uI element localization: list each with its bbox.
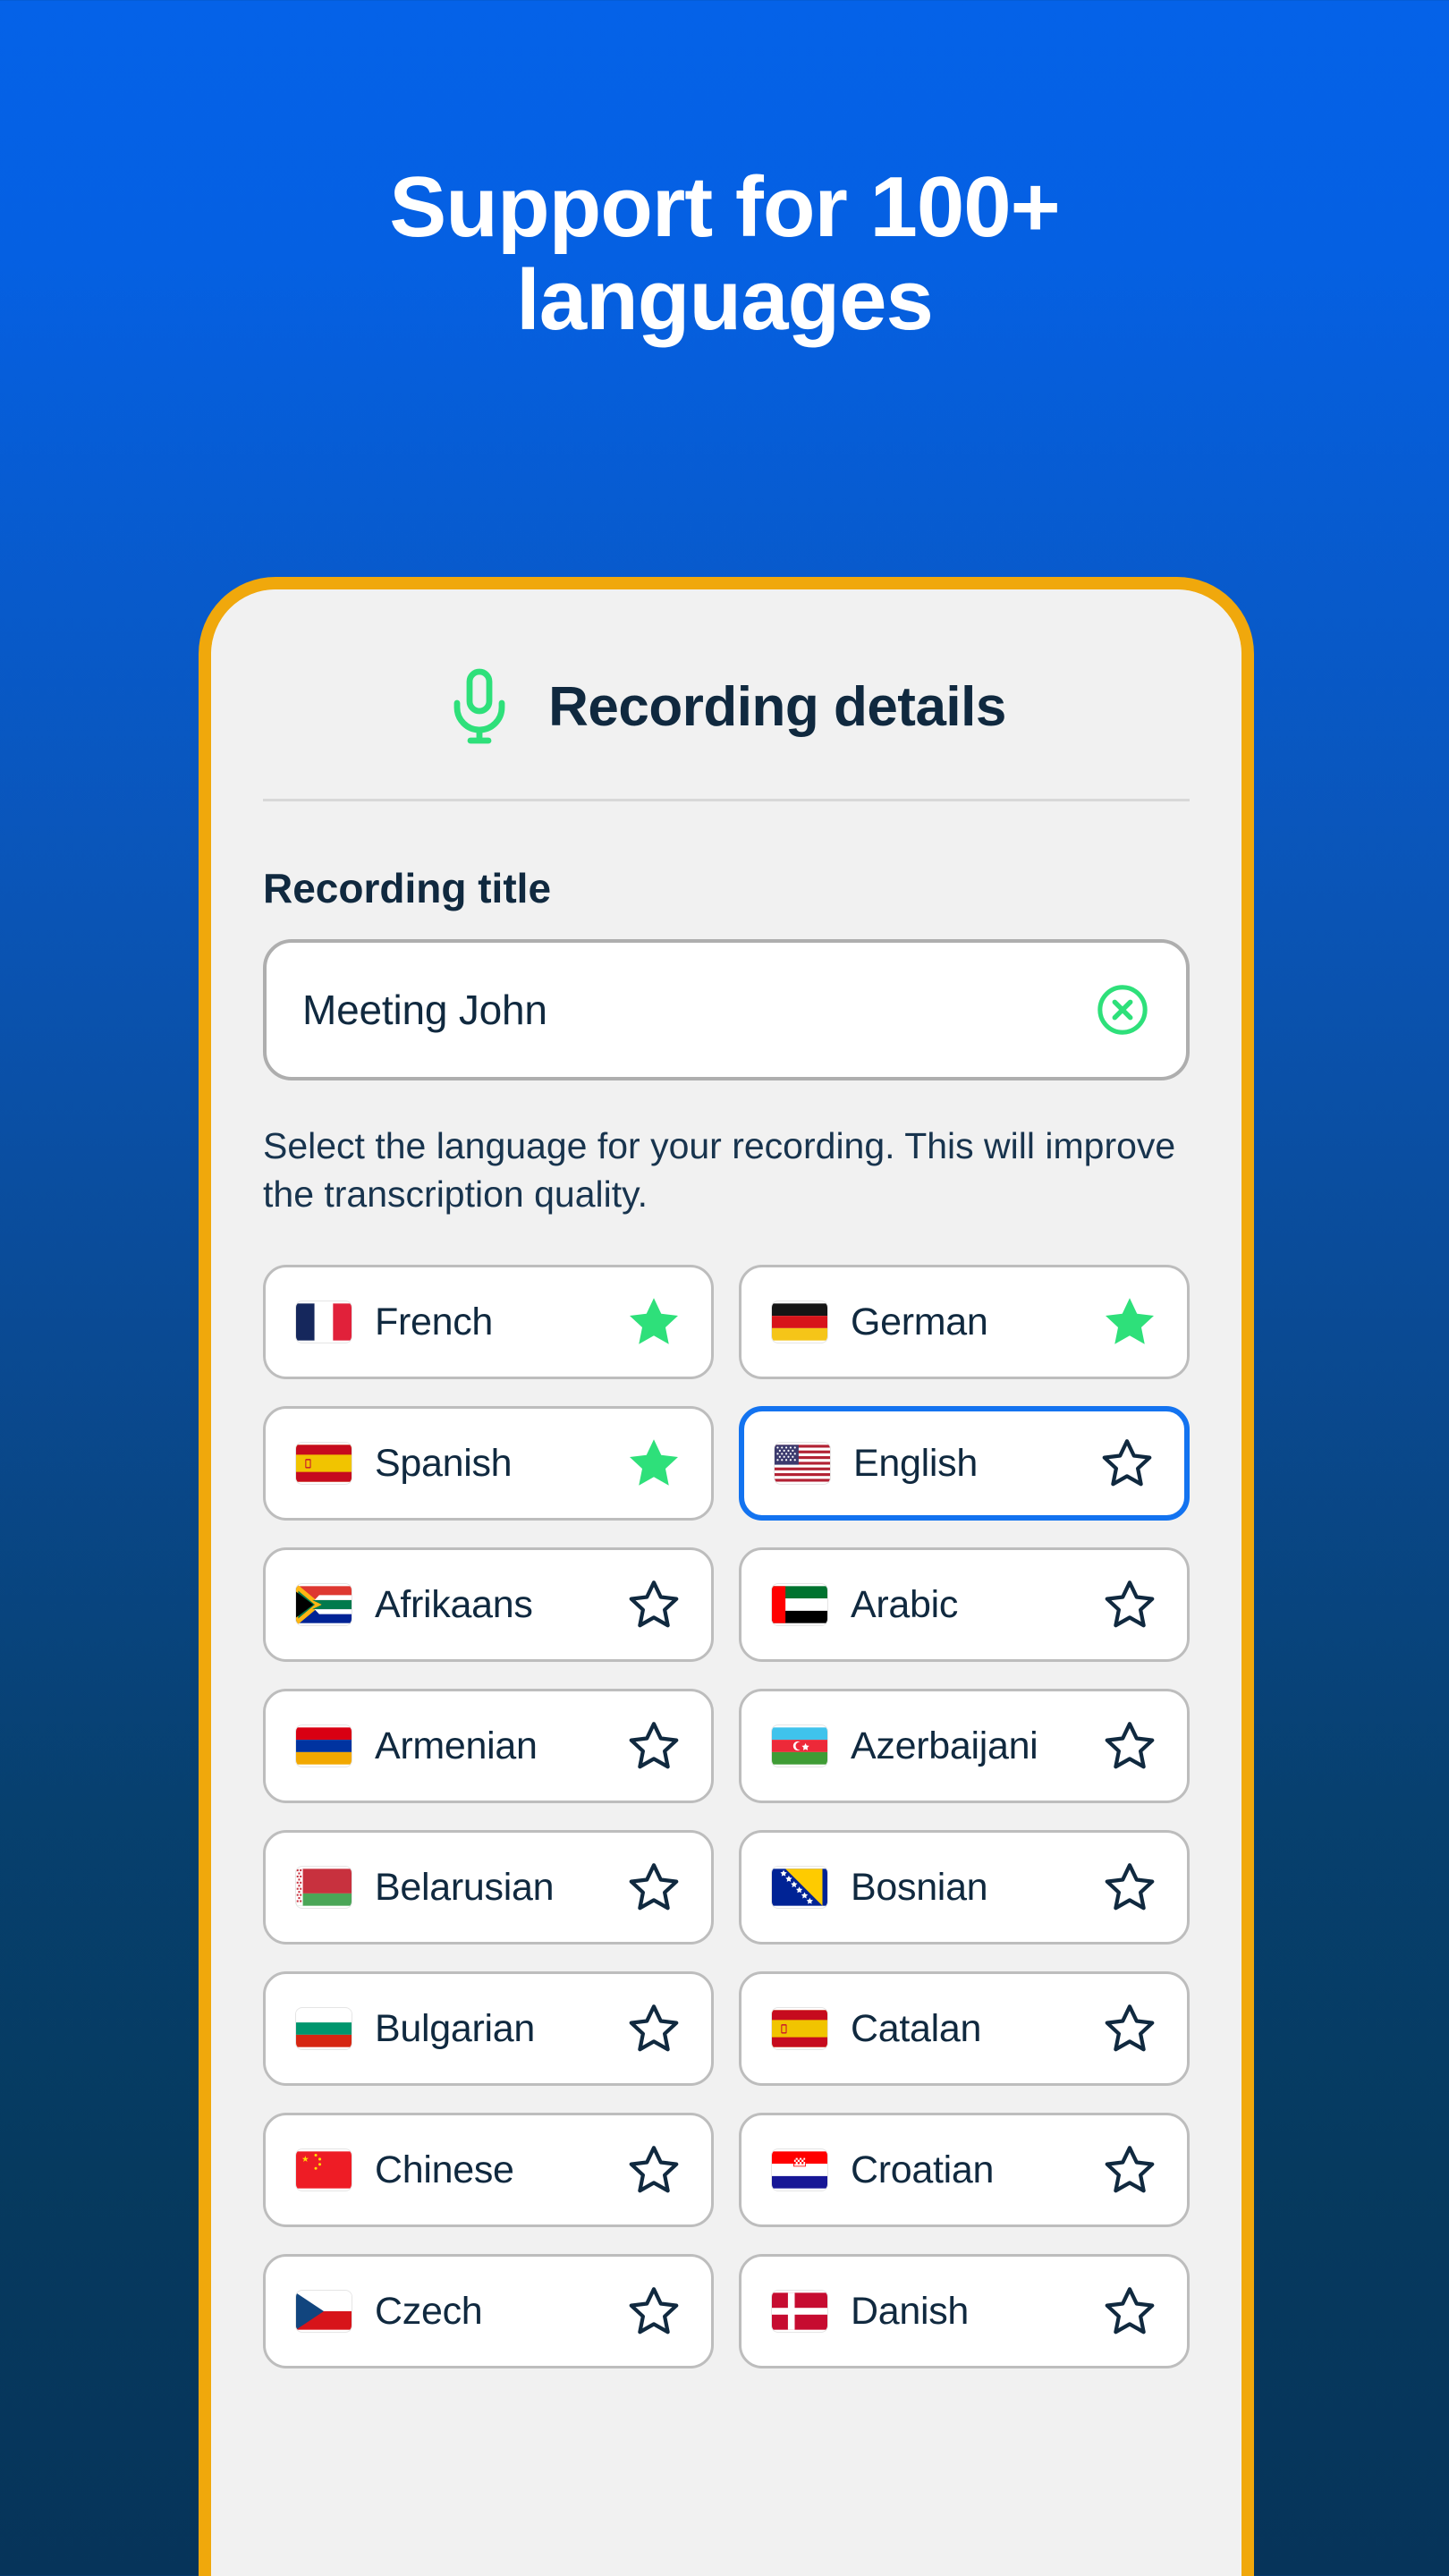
language-name: Croatian: [851, 2148, 995, 2191]
language-tile[interactable]: German: [739, 1265, 1190, 1380]
flag-icon-bg: [296, 2008, 352, 2049]
language-name: Belarusian: [375, 1865, 555, 1909]
language-name: Arabic: [851, 1582, 959, 1626]
language-name: Armenian: [375, 1724, 538, 1767]
language-tile[interactable]: English: [739, 1406, 1190, 1521]
star-filled-icon[interactable]: [1103, 1296, 1157, 1348]
language-name: Danish: [851, 2289, 970, 2333]
language-tile[interactable]: Afrikaans: [263, 1547, 714, 1663]
language-name: Catalan: [851, 2006, 982, 2050]
flag-icon-by: [296, 1867, 352, 1908]
microphone-icon: [446, 668, 513, 745]
hero-section: Support for 100+ languages: [0, 0, 1449, 348]
flag-icon-za: [296, 1584, 352, 1626]
language-tile[interactable]: Bulgarian: [263, 1971, 714, 2087]
star-outline-icon[interactable]: [627, 1861, 681, 1913]
recording-title-input[interactable]: Meeting John: [263, 939, 1190, 1080]
star-filled-icon[interactable]: [627, 1296, 681, 1348]
flag-icon-us: [775, 1443, 830, 1484]
circle-x-icon[interactable]: [1095, 982, 1150, 1038]
language-tile[interactable]: Armenian: [263, 1689, 714, 1804]
star-outline-icon[interactable]: [627, 2144, 681, 2196]
flag-icon-cz: [296, 2291, 352, 2332]
star-outline-icon[interactable]: [1103, 2003, 1157, 2055]
star-outline-icon[interactable]: [627, 2003, 681, 2055]
recording-title-value[interactable]: Meeting John: [302, 986, 1095, 1034]
recording-title-label: Recording title: [263, 865, 552, 911]
language-help-text: Select the language for your recording. …: [263, 1125, 1176, 1216]
star-outline-icon[interactable]: [1100, 1437, 1154, 1489]
language-name: French: [375, 1300, 494, 1343]
language-tile[interactable]: Chinese: [263, 2113, 714, 2228]
language-name: English: [853, 1441, 978, 1485]
flag-icon-cn: [296, 2149, 352, 2190]
language-tile[interactable]: Catalan: [739, 1971, 1190, 2087]
card-header: Recording details: [211, 589, 1241, 799]
language-tile[interactable]: Belarusian: [263, 1830, 714, 1945]
star-filled-icon[interactable]: [627, 1437, 681, 1489]
star-outline-icon[interactable]: [1103, 1579, 1157, 1631]
flag-icon-es: [772, 2008, 827, 2049]
star-outline-icon[interactable]: [1103, 2144, 1157, 2196]
language-name: Bosnian: [851, 1865, 988, 1909]
star-outline-icon[interactable]: [627, 1579, 681, 1631]
language-tile[interactable]: Bosnian: [739, 1830, 1190, 1945]
language-name: Afrikaans: [375, 1582, 533, 1626]
star-outline-icon[interactable]: [1103, 2285, 1157, 2337]
phone-screen: Recording details Recording title Meetin…: [211, 589, 1241, 2576]
star-outline-icon[interactable]: [627, 1720, 681, 1772]
flag-icon-ba: [772, 1867, 827, 1908]
flag-icon-fr: [296, 1301, 352, 1343]
flag-icon-de: [772, 1301, 827, 1343]
flag-icon-az: [772, 1725, 827, 1767]
star-outline-icon[interactable]: [1103, 1720, 1157, 1772]
star-outline-icon[interactable]: [627, 2285, 681, 2337]
language-tile[interactable]: Danish: [739, 2254, 1190, 2369]
star-outline-icon[interactable]: [1103, 1861, 1157, 1913]
language-name: German: [851, 1300, 988, 1343]
language-tile[interactable]: French: [263, 1265, 714, 1380]
header-divider: [263, 799, 1190, 801]
card-body: Recording title Meeting John Select the …: [211, 864, 1241, 2369]
language-grid: French German Spanish English Afrikaans Arabi…: [263, 1265, 1190, 2369]
flag-icon-am: [296, 1725, 352, 1767]
language-tile[interactable]: Croatian: [739, 2113, 1190, 2228]
page-title: Support for 100+ languages: [389, 159, 1060, 348]
language-tile[interactable]: Spanish: [263, 1406, 714, 1521]
language-name: Bulgarian: [375, 2006, 535, 2050]
language-tile[interactable]: Arabic: [739, 1547, 1190, 1663]
flag-icon-ae: [772, 1584, 827, 1625]
language-name: Spanish: [375, 1441, 513, 1485]
card-title: Recording details: [548, 675, 1006, 738]
language-name: Chinese: [375, 2148, 514, 2191]
phone-frame: Recording details Recording title Meetin…: [199, 577, 1254, 2576]
flag-icon-dk: [772, 2291, 827, 2332]
language-tile[interactable]: Azerbaijani: [739, 1689, 1190, 1804]
flag-icon-hr: [772, 2149, 827, 2190]
language-name: Azerbaijani: [851, 1724, 1038, 1767]
language-tile[interactable]: Czech: [263, 2254, 714, 2369]
flag-icon-es: [296, 1443, 352, 1484]
language-name: Czech: [375, 2289, 483, 2333]
